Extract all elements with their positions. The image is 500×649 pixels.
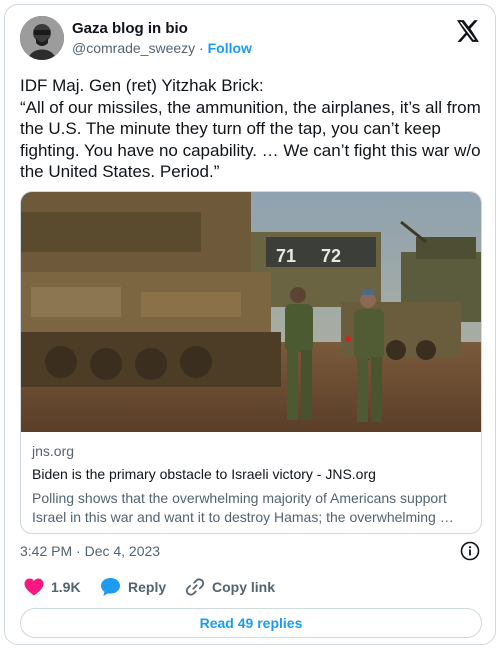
profile-avatar-icon xyxy=(20,16,64,60)
reply-button[interactable]: Reply xyxy=(100,576,166,598)
speech-bubble-icon xyxy=(101,578,120,596)
heart-icon xyxy=(24,578,44,596)
x-logo-icon[interactable] xyxy=(454,18,480,44)
svg-text:71: 71 xyxy=(276,246,296,266)
reply-label: Reply xyxy=(128,579,167,595)
tweet-header: Gaza blog in bio @comrade_sweezy · Follo… xyxy=(20,16,480,64)
link-description: Polling shows that the overwhelming majo… xyxy=(32,490,454,525)
link-title[interactable]: Biden is the primary obstacle to Israeli… xyxy=(32,465,470,484)
link-preview-card[interactable]: 71 72 jns.org Biden is the primary obsta… xyxy=(20,191,482,534)
follow-button[interactable]: Follow xyxy=(208,40,252,56)
tweet-actions: 1.9K Reply Copy link xyxy=(20,576,480,598)
author-display-name[interactable]: Gaza blog in bio xyxy=(72,19,252,38)
link-icon xyxy=(185,578,205,596)
copy-link-label: Copy link xyxy=(212,579,276,595)
info-icon[interactable] xyxy=(460,541,480,561)
separator-dot: · xyxy=(199,40,204,56)
tweet-timestamp[interactable]: 3:42 PM · Dec 4, 2023 xyxy=(20,542,160,560)
author-names: Gaza blog in bio @comrade_sweezy · Follo… xyxy=(72,19,252,58)
author-handle-row: @comrade_sweezy · Follow xyxy=(72,39,252,58)
tweet-embed-card: Gaza blog in bio @comrade_sweezy · Follo… xyxy=(4,4,496,645)
link-preview-meta: jns.org Biden is the primary obstacle to… xyxy=(32,442,470,527)
author-handle[interactable]: @comrade_sweezy xyxy=(72,40,195,56)
like-count: 1.9K xyxy=(51,579,81,595)
svg-text:72: 72 xyxy=(321,246,341,266)
link-domain: jns.org xyxy=(32,443,75,459)
avatar[interactable] xyxy=(20,16,64,60)
copy-link-button[interactable]: Copy link xyxy=(185,576,275,598)
tweet-text: IDF Maj. Gen (ret) Yitzhak Brick: “All o… xyxy=(20,76,481,181)
like-button[interactable]: 1.9K xyxy=(24,576,81,598)
read-replies-button[interactable]: Read 49 replies xyxy=(20,608,482,638)
link-preview-image[interactable]: 71 72 xyxy=(21,192,482,432)
